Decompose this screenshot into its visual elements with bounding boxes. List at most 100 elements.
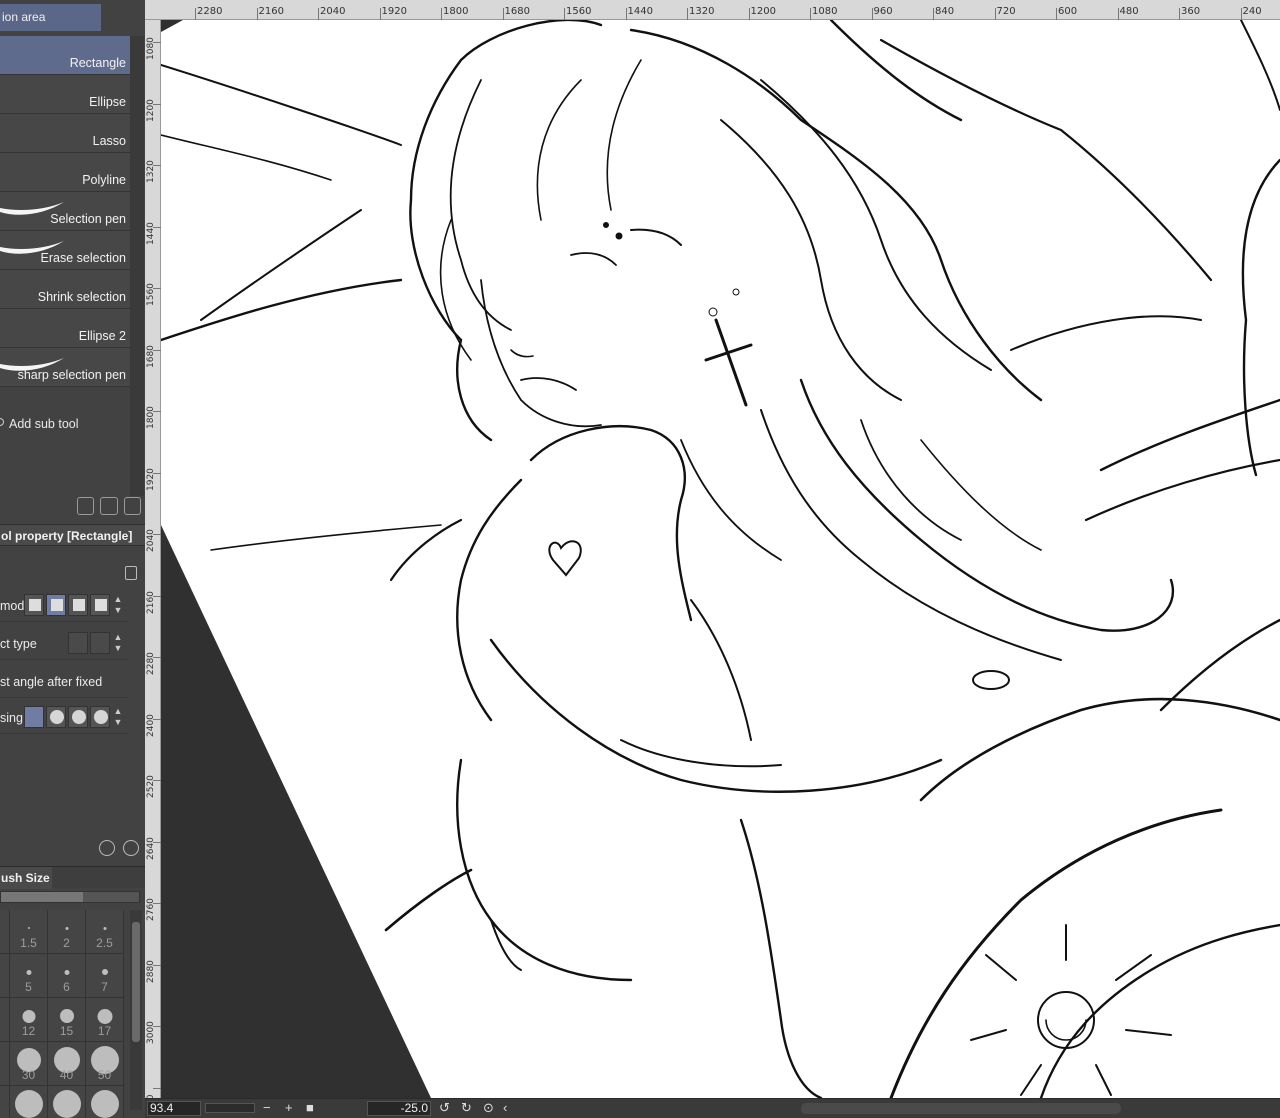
brush-size-cell[interactable]: 7: [86, 954, 124, 998]
chevron-updown-icon[interactable]: ▲ ▼: [112, 594, 124, 616]
brush-size-cell[interactable]: 40: [48, 1042, 86, 1086]
brush-size-value: 15: [59, 1024, 74, 1038]
size-button[interactable]: [90, 632, 110, 654]
brush-dot-icon: [22, 1009, 35, 1023]
brush-size-cell[interactable]: [0, 910, 10, 954]
subtool-item[interactable]: Rectangle: [0, 36, 130, 75]
brush-size-value: 50: [97, 1068, 112, 1082]
subtool-label: Rectangle: [69, 56, 126, 70]
brush-size-value: 40: [59, 1068, 74, 1082]
ruler-tick-label: 1320: [689, 6, 715, 17]
ruler-tick-label: 2160: [258, 6, 284, 17]
add-selection-button[interactable]: [46, 594, 66, 616]
reset-rotation-icon[interactable]: ⊙: [483, 1100, 494, 1116]
subtool-scrollbar[interactable]: [130, 36, 144, 496]
brush-size-cell[interactable]: 50: [86, 1042, 124, 1086]
new-selection-button[interactable]: [24, 594, 44, 616]
add-subtool-button[interactable]: Add sub tool: [0, 412, 128, 436]
brush-size-value: 5: [25, 980, 32, 994]
brush-size-cell[interactable]: 6: [48, 954, 86, 998]
subtool-item[interactable]: Ellipse: [0, 75, 130, 114]
chevron-updown-icon[interactable]: ▲ ▼: [112, 706, 124, 728]
subtool-item[interactable]: Lasso: [0, 114, 130, 153]
ruler-tick-label: 1440: [627, 6, 653, 17]
brush-dot-icon: [64, 969, 69, 975]
brush-dot-icon: [90, 1090, 119, 1118]
zoom-in-button[interactable]: +: [285, 1100, 293, 1115]
subtool-item[interactable]: Shrink selection: [0, 270, 130, 309]
brush-size-cell[interactable]: 5: [10, 954, 48, 998]
zoom-input[interactable]: 93.4: [147, 1101, 201, 1116]
ruler-tick: [748, 8, 750, 20]
ratio-button[interactable]: [68, 632, 88, 654]
brush-size-value: 6: [63, 980, 70, 994]
ruler-tick: [195, 8, 196, 20]
zoom-out-button[interactable]: −: [263, 1100, 271, 1115]
chevron-updown-icon[interactable]: ▲ ▼: [112, 632, 124, 654]
subtool-label: Ellipse: [89, 95, 126, 109]
add-icon: [0, 418, 4, 426]
brush-size-cell[interactable]: [0, 1086, 10, 1118]
ruler-tick-label: 1080: [812, 6, 838, 17]
brush-size-cell[interactable]: 12: [10, 998, 48, 1042]
brush-size-value: 30: [21, 1068, 36, 1082]
prop-label: sing: [0, 711, 23, 725]
selection-area-tab[interactable]: ion area: [0, 4, 101, 31]
subtool-label: Selection pen: [50, 212, 126, 226]
brush-dot-icon: [27, 927, 30, 929]
aa-medium-button[interactable]: [68, 706, 88, 728]
fit-icon[interactable]: ■: [306, 1100, 314, 1115]
brush-size-tab[interactable]: ush Size: [0, 867, 52, 889]
horizontal-scrollbar[interactable]: [801, 1103, 1121, 1114]
subtool-item[interactable]: Ellipse 2: [0, 309, 130, 348]
prop-row-adjust-angle[interactable]: st angle after fixed: [0, 666, 128, 698]
aa-none-button[interactable]: [24, 706, 44, 728]
property-tools: [89, 840, 139, 860]
brush-size-value: 7: [101, 980, 108, 994]
subtool-item[interactable]: Polyline: [0, 153, 130, 192]
import-icon[interactable]: [77, 497, 95, 515]
ruler-tick: [994, 8, 996, 20]
subtract-selection-button[interactable]: [68, 594, 88, 616]
subtool-item[interactable]: sharp selection pen: [0, 348, 130, 387]
ruler-tick-label: 2040: [320, 6, 346, 17]
ruler-tick-label: 2760: [146, 898, 156, 921]
brush-size-cell[interactable]: 1.5: [10, 910, 48, 954]
subtool-item[interactable]: Selection pen: [0, 192, 130, 231]
ruler-tick-label: 1560: [566, 6, 592, 17]
wrench-icon[interactable]: [123, 840, 139, 856]
ruler-tick-label: 1920: [146, 467, 156, 491]
subtool-list: Rectangle Ellipse Lasso Polyline Selection p…: [0, 36, 130, 387]
brush-size-cell[interactable]: [48, 1086, 86, 1118]
subtool-actions: [77, 497, 141, 517]
rotate-right-icon[interactable]: ↻: [461, 1100, 472, 1116]
intersect-selection-button[interactable]: [90, 594, 110, 616]
rotate-left-icon[interactable]: ↺: [439, 1100, 450, 1116]
lock-icon[interactable]: [125, 566, 137, 580]
brush-size-cell[interactable]: 17: [86, 998, 124, 1042]
clock-icon[interactable]: [99, 840, 115, 856]
brush-size-cell[interactable]: [0, 998, 10, 1042]
brush-size-cell[interactable]: [0, 954, 10, 998]
prop-label: st angle after fixed: [0, 675, 103, 689]
brush-scrollbar[interactable]: [130, 910, 142, 1110]
brush-dot-icon: [26, 969, 31, 975]
brush-size-slider[interactable]: [0, 891, 140, 903]
trash-icon[interactable]: [123, 497, 141, 515]
brush-size-cell[interactable]: [10, 1086, 48, 1118]
flip-icon[interactable]: ‹: [503, 1100, 507, 1115]
brush-size-cell[interactable]: 15: [48, 998, 86, 1042]
brush-size-cell[interactable]: [86, 1086, 124, 1118]
brush-size-cell[interactable]: 2.5: [86, 910, 124, 954]
brush-size-header: ush Size: [0, 866, 145, 889]
brush-size-cell[interactable]: 30: [10, 1042, 48, 1086]
rotation-angle-input[interactable]: -25.0: [367, 1101, 431, 1116]
brush-size-cell[interactable]: 2: [48, 910, 86, 954]
aa-weak-button[interactable]: [46, 706, 66, 728]
aa-strong-button[interactable]: [90, 706, 110, 728]
drawing-canvas[interactable]: [161, 20, 1280, 1098]
subtool-item[interactable]: Erase selection: [0, 231, 130, 270]
brush-size-cell[interactable]: [0, 1042, 10, 1086]
zoom-slider[interactable]: [205, 1103, 255, 1113]
duplicate-icon[interactable]: [100, 497, 118, 515]
